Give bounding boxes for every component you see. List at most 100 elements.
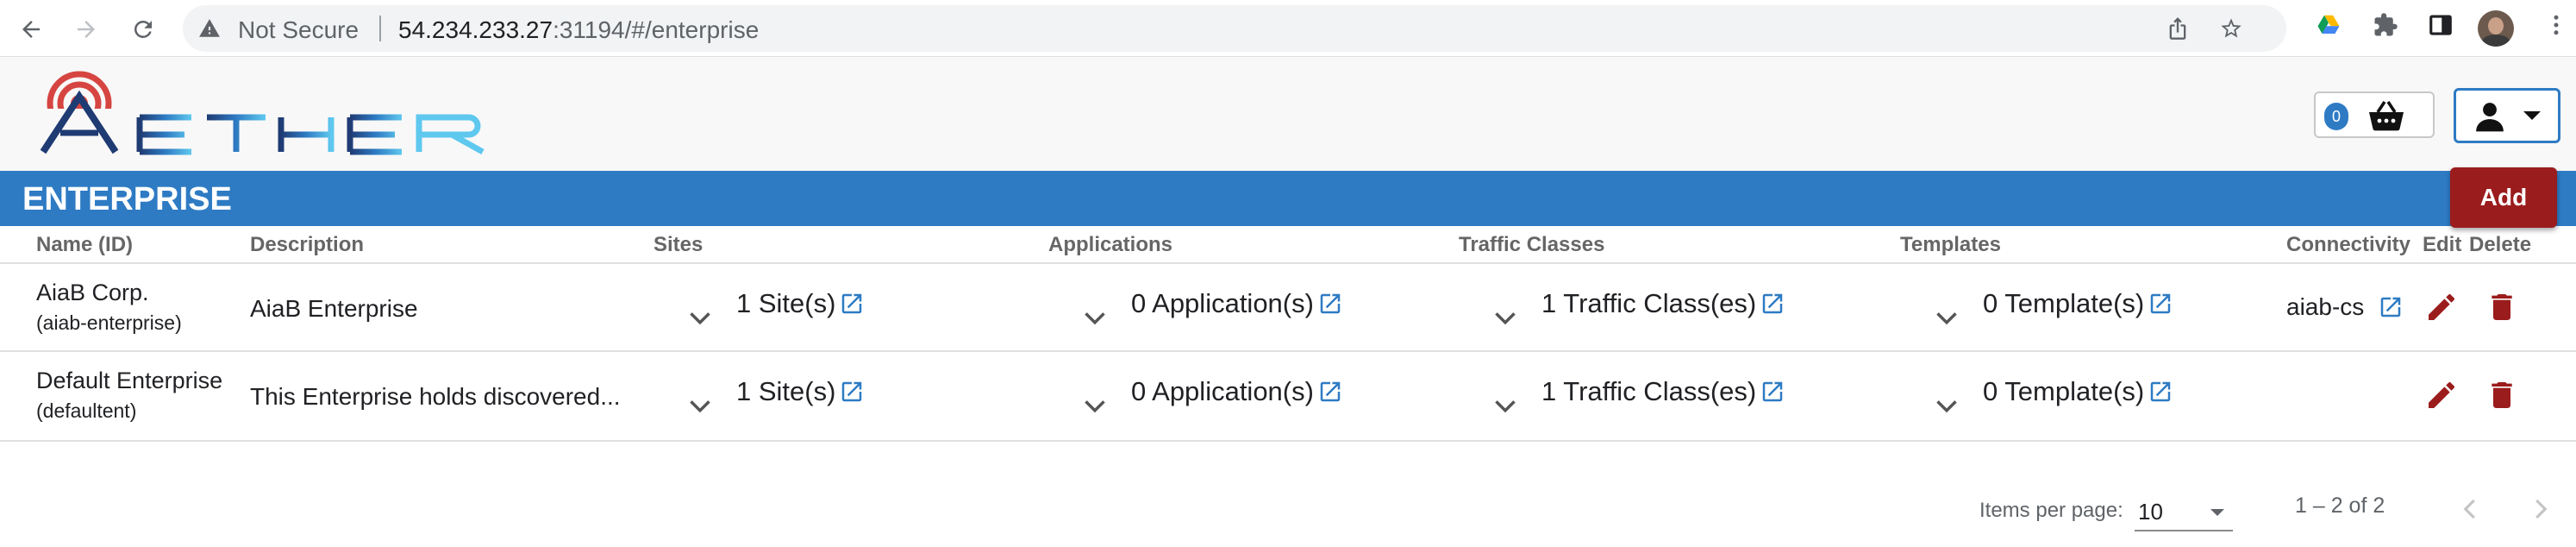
open-in-new-icon: [2381, 297, 2401, 318]
open-in-new-icon: [2150, 293, 2171, 314]
sites-count: 1 Site(s): [736, 376, 836, 406]
avatar-shoulders: [2481, 35, 2510, 47]
enterprise-description: This Enterprise holds discovered...: [250, 383, 621, 410]
enterprise-name-cell[interactable]: Default Enterprise (defaultent): [36, 368, 222, 423]
arrow-left-icon: [22, 21, 40, 38]
chevron-left-icon: [2463, 499, 2475, 519]
chevron-right-icon: [2535, 499, 2548, 519]
basket-button[interactable]: 0: [2314, 91, 2435, 138]
security-status[interactable]: Not Secure: [238, 16, 359, 44]
chevron-down-icon[interactable]: [1935, 309, 1959, 326]
person-icon: [2476, 103, 2504, 132]
back-button[interactable]: [12, 10, 50, 48]
chevron-down-icon[interactable]: [1083, 309, 1107, 326]
more-vert-icon[interactable]: [2543, 12, 2569, 38]
extensions-icon[interactable]: [2373, 12, 2398, 38]
url-text[interactable]: 54.234.233.27:31194/#/enterprise: [398, 16, 759, 44]
chevron-down-icon[interactable]: [1493, 309, 1517, 326]
divider: [379, 16, 381, 41]
page-title-bar: ENTERPRISE: [0, 171, 2576, 226]
open-in-new-icon: [1762, 293, 1783, 314]
reload-button[interactable]: [124, 10, 162, 48]
sites-link[interactable]: 1 Site(s): [736, 288, 865, 319]
open-in-new-icon: [2150, 381, 2171, 402]
user-menu-button[interactable]: [2454, 88, 2560, 143]
applications-link[interactable]: 0 Application(s): [1131, 288, 1343, 319]
side-panel-icon[interactable]: [2428, 12, 2454, 38]
connectivity-link[interactable]: aiab-cs: [2286, 293, 2404, 321]
basket-icon: [2369, 101, 2404, 131]
forward-button[interactable]: [67, 10, 105, 48]
sites-count: 1 Site(s): [736, 288, 836, 318]
column-header-edit: Edit: [2423, 233, 2462, 256]
basket-count-badge: 0: [2324, 103, 2348, 130]
warning-icon: [199, 19, 220, 37]
caret-down-icon: [2210, 509, 2224, 516]
templates-count: 0 Template(s): [1983, 288, 2145, 318]
column-header-templates[interactable]: Templates: [1900, 233, 2001, 257]
next-page-button[interactable]: [2519, 488, 2560, 530]
drive-icon[interactable]: [2316, 12, 2342, 38]
templates-count: 0 Template(s): [1983, 376, 2145, 406]
traffic-classes-count: 1 Traffic Class(es): [1541, 376, 1757, 406]
column-header-sites[interactable]: Sites: [653, 233, 703, 257]
column-header-name[interactable]: Name (ID): [36, 233, 133, 257]
chevron-down-icon[interactable]: [688, 397, 712, 414]
column-header-description[interactable]: Description: [250, 233, 364, 257]
table-header: Name (ID) Description Sites Applications…: [0, 226, 2576, 264]
aether-logo[interactable]: [38, 69, 521, 163]
sites-link[interactable]: 1 Site(s): [736, 376, 865, 407]
templates-link[interactable]: 0 Template(s): [1983, 376, 2173, 407]
column-header-applications[interactable]: Applications: [1048, 233, 1172, 257]
trash-icon[interactable]: [2485, 378, 2519, 412]
enterprise-description: AiaB Enterprise: [250, 295, 418, 322]
column-header-connectivity[interactable]: Connectivity: [2286, 233, 2410, 257]
column-header-traffic-classes[interactable]: Traffic Classes: [1459, 233, 1604, 257]
traffic-classes-link[interactable]: 1 Traffic Class(es): [1541, 288, 1785, 319]
enterprise-name: Default Enterprise: [36, 368, 223, 393]
address-bar[interactable]: Not Secure 54.234.233.27:31194/#/enterpr…: [183, 5, 2286, 52]
enterprise-id: (aiab-enterprise): [36, 311, 182, 334]
pencil-icon[interactable]: [2424, 378, 2459, 412]
open-in-new-icon: [842, 381, 862, 402]
page-range-label: 1 – 2 of 2: [2295, 494, 2385, 518]
reload-icon: [134, 20, 152, 38]
enterprise-id: (defaultent): [36, 399, 137, 422]
table-row[interactable]: Default Enterprise (defaultent) This Ent…: [0, 354, 2576, 442]
pencil-icon[interactable]: [2424, 290, 2459, 324]
chevron-down-icon[interactable]: [1083, 397, 1107, 414]
applications-link[interactable]: 0 Application(s): [1131, 376, 1343, 407]
profile-avatar[interactable]: [2478, 10, 2514, 47]
share-icon[interactable]: [2166, 16, 2190, 41]
enterprise-name: AiaB Corp.: [36, 280, 149, 305]
url-path: :31194/#/enterprise: [553, 16, 760, 43]
traffic-classes-link[interactable]: 1 Traffic Class(es): [1541, 376, 1785, 407]
chevron-down-icon[interactable]: [1493, 397, 1517, 414]
items-per-page-label: Items per page:: [1979, 499, 2123, 522]
caret-down-icon: [2523, 111, 2541, 120]
avatar-face: [2488, 17, 2504, 35]
connectivity-service: aiab-cs: [2286, 293, 2365, 320]
chevron-down-icon[interactable]: [688, 309, 712, 326]
applications-count: 0 Application(s): [1131, 376, 1314, 406]
open-in-new-icon: [1320, 293, 1341, 314]
page-size-select[interactable]: 10: [2135, 490, 2233, 531]
table-row[interactable]: AiaB Corp. (aiab-enterprise) AiaB Enterp…: [0, 264, 2576, 352]
traffic-classes-count: 1 Traffic Class(es): [1541, 288, 1757, 318]
page-title: ENTERPRISE: [22, 181, 232, 217]
trash-icon[interactable]: [2485, 290, 2519, 324]
previous-page-button[interactable]: [2450, 488, 2492, 530]
browser-toolbar: Not Secure 54.234.233.27:31194/#/enterpr…: [0, 0, 2576, 57]
url-host: 54.234.233.27: [398, 16, 553, 43]
open-in-new-icon: [1320, 381, 1341, 402]
arrow-right-icon: [78, 21, 95, 38]
chevron-down-icon[interactable]: [1935, 397, 1959, 414]
open-in-new-icon: [1762, 381, 1783, 402]
enterprise-name-cell[interactable]: AiaB Corp. (aiab-enterprise): [36, 280, 182, 335]
templates-link[interactable]: 0 Template(s): [1983, 288, 2173, 319]
bookmark-star-icon[interactable]: [2219, 16, 2243, 41]
applications-count: 0 Application(s): [1131, 288, 1314, 318]
page-size-value: 10: [2138, 499, 2163, 525]
add-button[interactable]: Add: [2450, 167, 2557, 228]
open-in-new-icon: [842, 293, 862, 314]
